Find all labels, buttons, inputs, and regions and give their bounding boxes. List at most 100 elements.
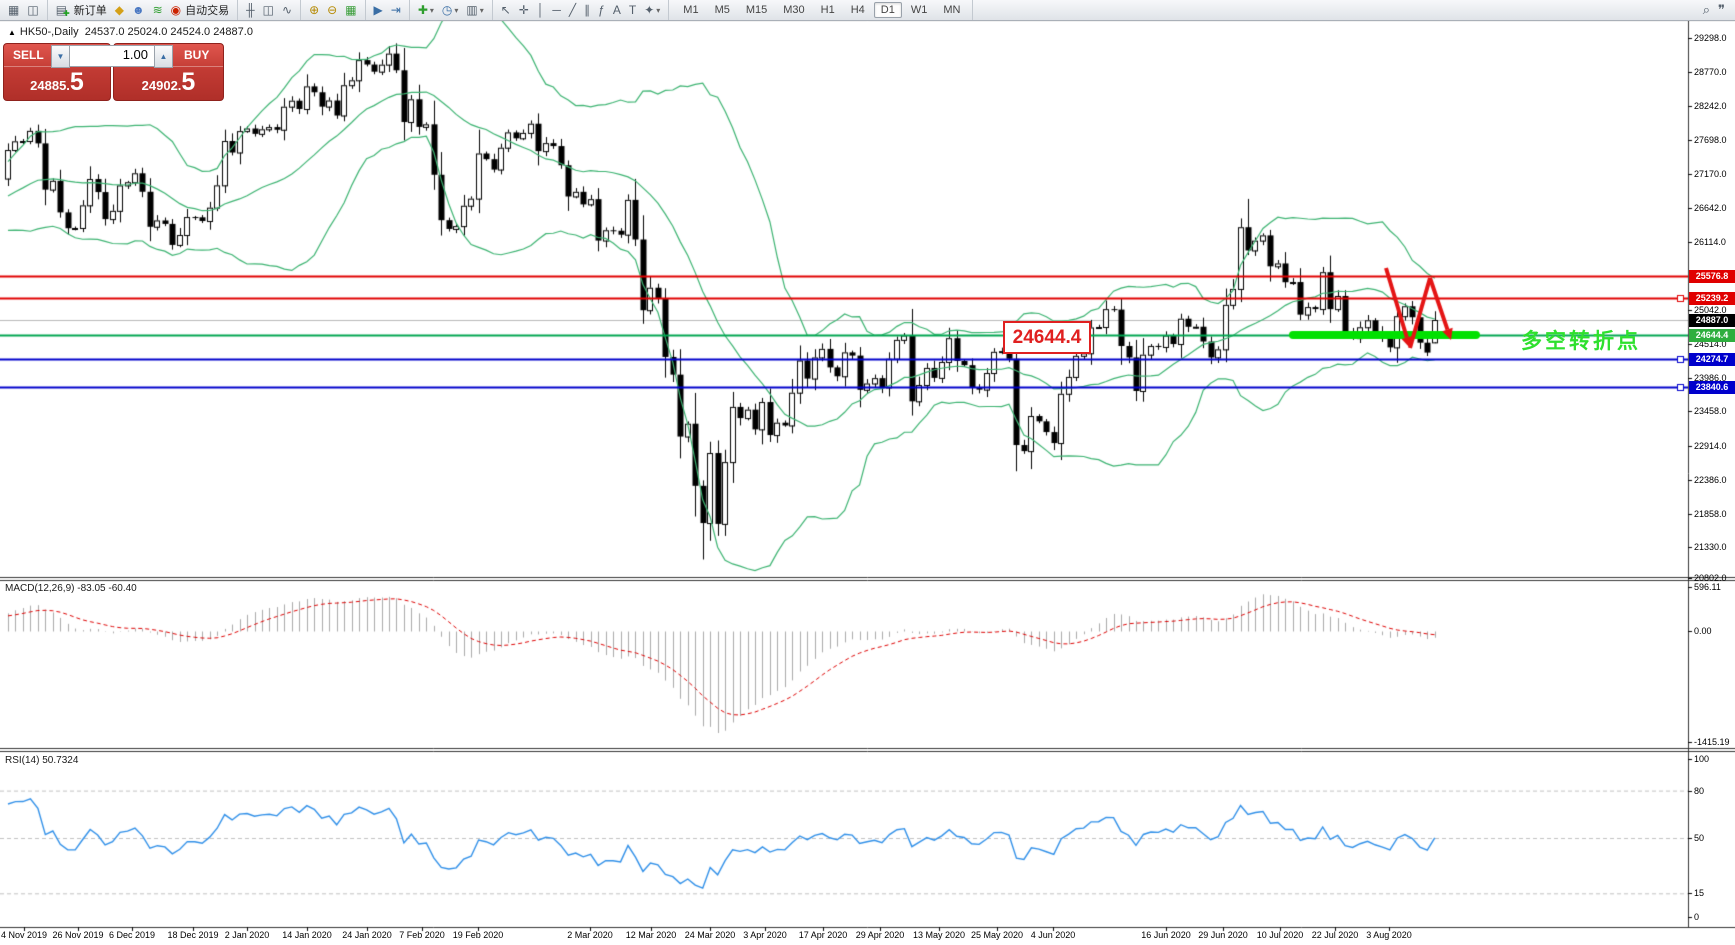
timeframe-mn[interactable]: MN xyxy=(936,2,967,18)
time-axis-label: 17 Apr 2020 xyxy=(798,930,848,940)
templates-icon[interactable]: ▥ ▾ xyxy=(463,2,486,18)
bar-chart-icon[interactable]: ╫ xyxy=(243,2,258,18)
zoom-out-icon[interactable]: ⊖ xyxy=(324,2,340,18)
time-axis-label: 6 Dec 2019 xyxy=(108,930,156,940)
horizontal-line-icon[interactable]: ─ xyxy=(549,2,564,18)
fibonacci-icon[interactable]: ƒ xyxy=(595,2,608,18)
equidistant-channel-icon: ∥ xyxy=(584,3,591,17)
time-axis-label: 4 Nov 2019 xyxy=(0,930,48,940)
rsi-axis-tick-label: 100 xyxy=(1694,754,1710,764)
one-click-trading-panel: 24885.5 24902.5 SELL BUY ▼ 1.00 ▲ xyxy=(3,43,224,101)
candlestick-chart-icon: ◫ xyxy=(262,3,275,17)
trendline-icon[interactable]: ╱ xyxy=(566,2,579,18)
time-axis-label: 24 Jan 2020 xyxy=(342,930,392,940)
rsi-axis-tick-label: 15 xyxy=(1694,888,1705,898)
price-axis-tick-label: 28770.0 xyxy=(1694,67,1727,77)
data-window-icon: ◫ xyxy=(27,3,39,17)
line-chart-icon[interactable]: ∿ xyxy=(279,2,295,18)
price-axis-tick-label: 26642.0 xyxy=(1694,203,1727,213)
volume-input[interactable]: 1.00 xyxy=(70,45,154,67)
dropdown-arrow-icon[interactable]: ▾ xyxy=(480,6,484,15)
vertical-line-icon[interactable]: │ xyxy=(534,2,548,18)
timeframe-m15[interactable]: M15 xyxy=(739,2,774,18)
arrows-icon[interactable]: ✦ ▾ xyxy=(641,2,663,18)
search-icon: ⌕ xyxy=(1702,2,1710,17)
macd-indicator-label: MACD(12,26,9) -83.05 -60.40 xyxy=(5,583,137,594)
timeframe-m5[interactable]: M5 xyxy=(708,2,737,18)
rsi-axis-tick-label: 50 xyxy=(1694,833,1705,843)
sell-price: 24885.5 xyxy=(30,68,84,96)
charts-grid-icon[interactable]: ▦ xyxy=(5,2,22,18)
candlestick-chart-icon[interactable]: ◫ xyxy=(260,2,277,18)
rsi-axis-tick-label: 80 xyxy=(1694,786,1705,796)
indicators-icon[interactable]: ✚ ▾ xyxy=(415,2,437,18)
time-axis-label: 2 Jan 2020 xyxy=(224,930,270,940)
chart-collapse-icon[interactable]: ▲ xyxy=(8,28,16,37)
turning-point-annotation[interactable]: 多空转折点 xyxy=(1521,325,1641,355)
history-center-icon[interactable]: ◆ xyxy=(112,2,127,18)
equidistant-channel-icon[interactable]: ∥ xyxy=(581,2,593,18)
trendline-icon: ╱ xyxy=(568,3,577,17)
volume-increase-button[interactable]: ▲ xyxy=(154,45,173,68)
timeframe-d1[interactable]: D1 xyxy=(873,2,902,18)
macd-axis-tick-label: -1415.19 xyxy=(1694,737,1730,747)
signals-icon[interactable]: ≋ xyxy=(150,2,166,18)
crosshair-icon: ✛ xyxy=(518,3,529,17)
price-chart-canvas[interactable] xyxy=(0,0,1735,945)
zoom-in-icon[interactable]: ⊕ xyxy=(306,2,322,18)
data-window-icon[interactable]: ◫ xyxy=(24,2,41,18)
tile-windows-icon[interactable]: ▦ xyxy=(342,2,359,18)
dropdown-arrow-icon[interactable]: ▾ xyxy=(656,6,660,15)
autotrading-button[interactable]: ◉ 自动交易 xyxy=(168,1,232,19)
time-axis-label: 3 Apr 2020 xyxy=(743,930,787,940)
price-annotation-box[interactable]: 24644.4 xyxy=(1003,321,1091,354)
toolbar-group: ▶ ⇥ xyxy=(366,0,410,20)
templates-icon: ▥ xyxy=(466,3,478,17)
time-axis-label: 29 Apr 2020 xyxy=(855,930,905,940)
crosshair-icon[interactable]: ✛ xyxy=(516,2,532,18)
macd-axis-tick-label: 0.00 xyxy=(1694,626,1712,636)
cursor-icon[interactable]: ↖ xyxy=(498,2,514,18)
timeframe-w1[interactable]: W1 xyxy=(904,2,935,18)
time-axis-label: 14 Jan 2020 xyxy=(282,930,332,940)
sell-label: SELL xyxy=(13,48,44,62)
text-icon[interactable]: A xyxy=(610,2,624,18)
time-axis-label: 2 Mar 2020 xyxy=(567,930,613,940)
price-axis-tick-label: 26114.0 xyxy=(1694,237,1726,247)
new-order-button[interactable]: ▤ ✚ 新订单 xyxy=(53,1,110,19)
history-center-icon: ◆ xyxy=(114,3,124,17)
timeframe-m1[interactable]: M1 xyxy=(676,2,705,18)
search-icon[interactable]: ⌕ xyxy=(1700,2,1713,18)
dropdown-arrow-icon[interactable]: ▾ xyxy=(430,6,434,15)
text-label-icon[interactable]: T xyxy=(626,2,639,18)
chart-shift-icon[interactable]: ⇥ xyxy=(388,2,404,18)
timeframe-h4[interactable]: H4 xyxy=(844,2,872,18)
vertical-line-icon: │ xyxy=(536,3,545,17)
volume-decrease-button[interactable]: ▼ xyxy=(51,45,70,68)
macd-axis-tick-label: 596.11 xyxy=(1694,582,1721,592)
time-axis-label: 3 Aug 2020 xyxy=(1366,930,1412,940)
horizontal-line-icon: ─ xyxy=(552,3,561,17)
price-level-label: 25239.2 xyxy=(1689,292,1735,305)
time-axis-label: 7 Feb 2020 xyxy=(399,930,445,940)
time-axis-label: 4 Jun 2020 xyxy=(1030,930,1076,940)
price-level-label: 25576.8 xyxy=(1689,270,1735,283)
rsi-indicator-label: RSI(14) 50.7324 xyxy=(5,755,79,766)
price-axis-tick-label: 22914.0 xyxy=(1694,441,1727,451)
time-axis-label: 13 May 2020 xyxy=(912,930,966,940)
metaeditor-icon[interactable]: ☻ xyxy=(129,2,148,18)
buy-price: 24902.5 xyxy=(141,68,196,96)
auto-scroll-icon[interactable]: ▶ xyxy=(371,2,386,18)
auto-scroll-icon: ▶ xyxy=(373,3,383,17)
timeframe-m30[interactable]: M30 xyxy=(776,2,811,18)
text-icon: A xyxy=(612,3,621,17)
dropdown-arrow-icon[interactable]: ▾ xyxy=(454,6,458,15)
fibonacci-icon: ƒ xyxy=(598,3,605,17)
timeframe-toolbar: M1 M5 M15 M30 H1 H4 D1 W1 MN xyxy=(671,0,974,20)
main-toolbar: ▦ ◫ ▤ ✚ 新订单 ◆ ☻ ≋ ◉ 自动交易 ╫ ◫ ∿ ⊕ ⊖ ▦ ▶ ⇥ ✚ ▾ ◷ ▾ ▥ ▾ ↖ ✛ │ ─ ╱ ∥ ƒ A T ✦ ▾… xyxy=(0,0,1735,21)
time-axis-label: 12 Mar 2020 xyxy=(625,930,677,940)
timeframe-h1[interactable]: H1 xyxy=(814,2,842,18)
tile-windows-icon: ▦ xyxy=(345,3,357,17)
chat-icon[interactable]: ❞ xyxy=(1715,2,1728,18)
periods-icon[interactable]: ◷ ▾ xyxy=(439,2,462,18)
